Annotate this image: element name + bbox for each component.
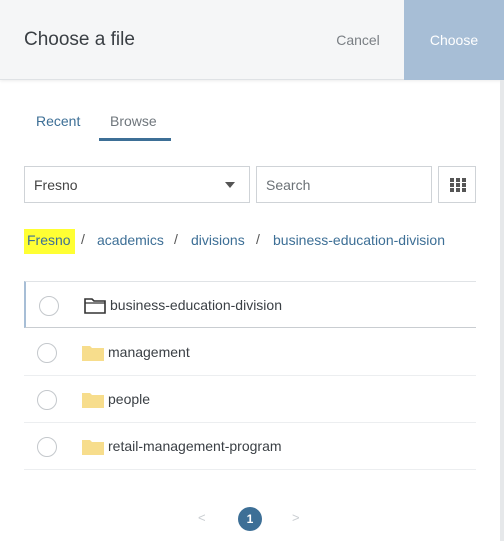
item-name: management: [108, 344, 190, 360]
breadcrumb-separator: /: [256, 231, 260, 247]
row-radio[interactable]: [37, 437, 57, 457]
pager-prev-button[interactable]: <: [198, 510, 206, 525]
folder-icon: [82, 346, 104, 361]
folder-icon: [82, 393, 104, 408]
chevron-down-icon: [225, 182, 235, 188]
dialog-title: Choose a file: [24, 29, 135, 50]
breadcrumb-separator: /: [174, 231, 178, 247]
dialog-header: Choose a file Cancel Choose: [0, 0, 504, 80]
row-radio[interactable]: [37, 390, 57, 410]
tab-recent[interactable]: Recent: [36, 113, 80, 129]
site-select-value: Fresno: [34, 177, 78, 193]
site-select[interactable]: Fresno: [24, 166, 250, 203]
search-input[interactable]: [256, 166, 432, 203]
list-item[interactable]: people: [24, 376, 476, 423]
pager-page-1[interactable]: 1: [238, 507, 262, 531]
folder-outline-icon: [84, 298, 106, 314]
active-tab-indicator: [99, 138, 171, 141]
item-name: retail-management-program: [108, 438, 282, 454]
grid-view-button[interactable]: [438, 166, 476, 203]
item-name: business-education-division: [110, 297, 282, 313]
row-radio[interactable]: [37, 343, 57, 363]
folder-icon: [82, 440, 104, 455]
breadcrumb-item-divisions[interactable]: divisions: [191, 232, 245, 248]
list-item[interactable]: business-education-division: [24, 281, 476, 328]
choose-button[interactable]: Choose: [404, 0, 504, 80]
grid-icon: [450, 178, 466, 192]
breadcrumb-item-academics[interactable]: academics: [97, 232, 164, 248]
dialog-edge: [500, 80, 504, 541]
breadcrumb-item-business-education-division[interactable]: business-education-division: [273, 232, 445, 248]
breadcrumb-separator: /: [81, 231, 85, 247]
tab-browse[interactable]: Browse: [110, 113, 157, 129]
pager-next-button[interactable]: >: [292, 510, 300, 525]
breadcrumb-item-fresno[interactable]: Fresno: [24, 229, 75, 254]
list-item[interactable]: management: [24, 329, 476, 376]
list-item[interactable]: retail-management-program: [24, 423, 476, 470]
item-name: people: [108, 391, 151, 407]
cancel-button[interactable]: Cancel: [320, 0, 396, 80]
row-radio[interactable]: [39, 296, 59, 316]
